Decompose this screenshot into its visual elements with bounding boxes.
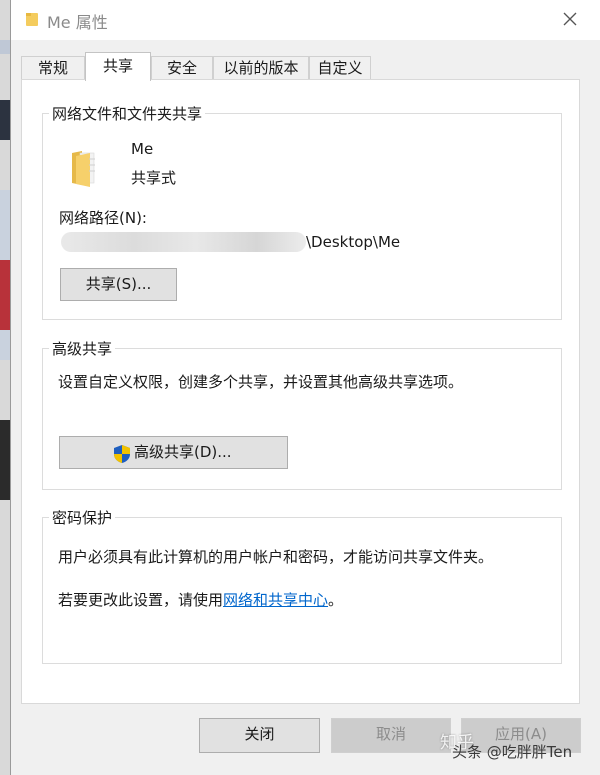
network-path-suffix: \Desktop\Me	[306, 233, 401, 251]
redacted-path	[61, 232, 306, 252]
tab-general[interactable]: 常规	[21, 56, 85, 81]
sharing-panel: 网络文件和文件夹共享 Me 共享式 网络路径(N): \Desktop\Me 共…	[21, 79, 580, 704]
uac-shield-icon	[114, 445, 130, 463]
group-label: 高级共享	[49, 338, 116, 359]
password-protection-group: 密码保护 用户必须具有此计算机的用户帐户和密码，才能访问共享文件夹。 若要更改此…	[42, 507, 562, 664]
shared-folder-icon	[72, 151, 95, 187]
advanced-sharing-group: 高级共享 设置自定义权限，创建多个共享，并设置其他高级共享选项。 高级共享(D)…	[42, 338, 562, 490]
watermark-line2: 头条 @吃胖胖Ten	[452, 743, 573, 761]
change-setting-suffix: 。	[328, 591, 344, 609]
tab-previous-versions[interactable]: 以前的版本	[213, 56, 309, 81]
group-label: 网络文件和文件夹共享	[49, 103, 206, 124]
password-description: 用户必须具有此计算机的用户帐户和密码，才能访问共享文件夹。	[58, 548, 494, 566]
advanced-sharing-button[interactable]: 高级共享(D)...	[59, 436, 288, 469]
tab-security[interactable]: 安全	[151, 56, 213, 81]
network-sharing-center-link[interactable]: 网络和共享中心	[223, 591, 328, 609]
advanced-sharing-button-label: 高级共享(D)...	[134, 443, 232, 461]
tab-strip: 常规 共享 安全 以前的版本 自定义	[21, 52, 581, 81]
folder-icon	[26, 13, 38, 26]
change-setting-prefix: 若要更改此设置，请使用	[58, 591, 224, 609]
network-sharing-group: 网络文件和文件夹共享 Me 共享式 网络路径(N): \Desktop\Me 共…	[42, 103, 562, 320]
advanced-sharing-description: 设置自定义权限，创建多个共享，并设置其他高级共享选项。	[58, 373, 464, 391]
share-button[interactable]: 共享(S)...	[60, 268, 177, 301]
close-icon[interactable]	[559, 8, 581, 30]
window-title: Me 属性	[47, 13, 108, 32]
cancel-button[interactable]: 取消	[331, 718, 451, 753]
title-bar[interactable]: Me 属性	[11, 0, 600, 40]
tab-sharing[interactable]: 共享	[85, 52, 151, 81]
properties-dialog: Me 属性 常规 共享 安全 以前的版本 自定义 网络文件和文件夹共享 Me 共…	[10, 0, 600, 775]
change-setting-text: 若要更改此设置，请使用网络和共享中心。	[58, 589, 343, 610]
share-status: 共享式	[131, 169, 177, 187]
tab-customize[interactable]: 自定义	[309, 56, 371, 81]
close-button[interactable]: 关闭	[199, 718, 320, 753]
group-label: 密码保护	[49, 507, 116, 528]
folder-name: Me	[131, 140, 154, 158]
network-path-label: 网络路径(N):	[59, 209, 147, 227]
